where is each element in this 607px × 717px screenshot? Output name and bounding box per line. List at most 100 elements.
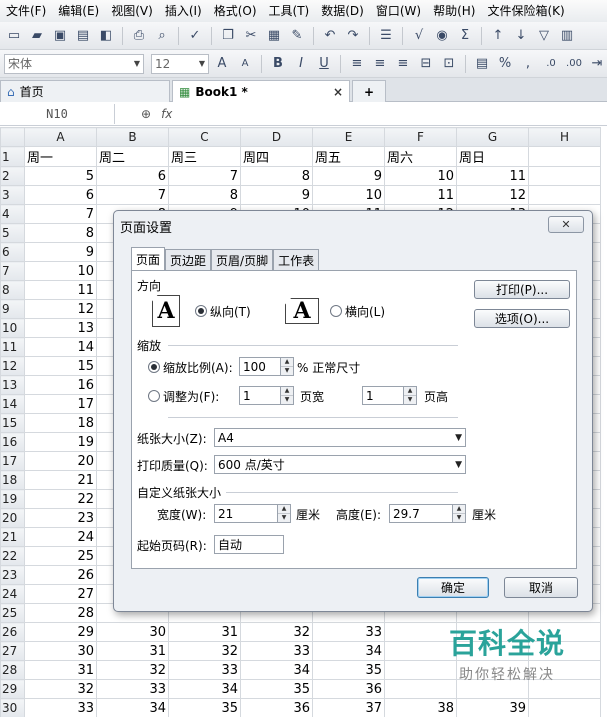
insert-function-icon[interactable]: fx	[161, 107, 172, 121]
row-header[interactable]: 25	[0, 603, 25, 623]
spin-up-icon[interactable]: ▲	[278, 505, 290, 514]
menu-file-safe[interactable]: 文件保险箱(K)	[481, 0, 570, 22]
comma-style-icon[interactable]: ,	[518, 54, 538, 74]
cell[interactable]: 33	[312, 622, 385, 642]
column-header[interactable]: E	[312, 127, 385, 147]
cell[interactable]: 周四	[240, 146, 313, 167]
percent-button[interactable]: %	[495, 54, 515, 74]
cell[interactable]: 34	[96, 698, 169, 717]
select-all-corner[interactable]	[0, 127, 25, 147]
cell[interactable]: 21	[24, 470, 97, 490]
underline-button[interactable]: U	[314, 54, 334, 74]
width-input[interactable]: 21	[214, 504, 278, 523]
tab-header-footer[interactable]: 页眉/页脚	[211, 249, 274, 270]
increase-decimal-icon[interactable]: .0	[541, 54, 561, 74]
row-header[interactable]: 4	[0, 204, 25, 224]
row-header[interactable]: 24	[0, 584, 25, 604]
cell[interactable]: 7	[24, 204, 97, 224]
menu-format[interactable]: 格式(O)	[208, 0, 263, 22]
cell[interactable]: 周日	[456, 146, 529, 167]
row-header[interactable]: 18	[0, 470, 25, 490]
height-input[interactable]: 29.7	[389, 504, 453, 523]
cell[interactable]: 32	[168, 641, 241, 661]
cell[interactable]: 10	[312, 185, 385, 205]
grow-font-icon[interactable]: A	[212, 54, 232, 74]
save-icon[interactable]: ▣	[50, 26, 70, 46]
cell[interactable]: 33	[168, 660, 241, 680]
cell[interactable]: 11	[384, 185, 457, 205]
column-header[interactable]: F	[384, 127, 457, 147]
cell[interactable]: 36	[240, 698, 313, 717]
column-header[interactable]: A	[24, 127, 97, 147]
cell[interactable]	[528, 166, 601, 186]
font-size-combo[interactable]: 12 ▼	[151, 53, 209, 74]
insert-row-icon[interactable]: ☰	[376, 26, 396, 46]
cell[interactable]: 周五	[312, 146, 385, 167]
fit-tall-input[interactable]: 1	[362, 386, 404, 405]
portrait-radio[interactable]	[195, 305, 207, 317]
spin-down-icon[interactable]: ▼	[404, 396, 416, 404]
cell[interactable]	[528, 146, 601, 167]
close-icon[interactable]: ✕	[548, 216, 584, 233]
cell[interactable]: 38	[384, 698, 457, 717]
cell[interactable]: 12	[24, 299, 97, 319]
cell[interactable]: 11	[24, 280, 97, 300]
italic-button[interactable]: I	[291, 54, 311, 74]
tab-home[interactable]: ⌂ 首页	[0, 80, 170, 102]
row-header[interactable]: 16	[0, 432, 25, 452]
cell[interactable]: 34	[168, 679, 241, 699]
menu-insert[interactable]: 插入(I)	[159, 0, 208, 22]
print-preview-icon[interactable]: ⌕	[152, 26, 172, 46]
cell[interactable]: 18	[24, 413, 97, 433]
undo-icon[interactable]: ↶	[320, 26, 340, 46]
zoom-icon[interactable]: ⊕	[141, 107, 151, 121]
spin-up-icon[interactable]: ▲	[281, 387, 293, 396]
row-header[interactable]: 3	[0, 185, 25, 205]
print-icon[interactable]: ⎙	[129, 26, 149, 46]
cell[interactable]: 31	[96, 641, 169, 661]
cell[interactable]: 10	[384, 166, 457, 186]
landscape-label[interactable]: 横向(L)	[345, 303, 385, 320]
row-header[interactable]: 28	[0, 660, 25, 680]
tab-sheet[interactable]: 工作表	[273, 249, 320, 270]
cut-icon[interactable]: ✂	[241, 26, 261, 46]
cell[interactable]: 8	[240, 166, 313, 186]
cell[interactable]: 32	[240, 622, 313, 642]
format-painter-icon[interactable]: ✎	[287, 26, 307, 46]
cell[interactable]: 33	[240, 641, 313, 661]
cell[interactable]: 39	[456, 698, 529, 717]
spin-down-icon[interactable]: ▼	[453, 514, 465, 522]
adjust-to-label[interactable]: 缩放比例(A):	[163, 359, 233, 376]
sort-ascending-icon[interactable]: ↑	[488, 26, 508, 46]
row-header[interactable]: 22	[0, 546, 25, 566]
menu-tools[interactable]: 工具(T)	[263, 0, 316, 22]
cell[interactable]: 10	[24, 261, 97, 281]
cell[interactable]: 8	[24, 223, 97, 243]
row-header[interactable]: 20	[0, 508, 25, 528]
adjust-to-radio[interactable]	[148, 361, 160, 373]
column-header[interactable]: G	[456, 127, 529, 147]
cell[interactable]: 27	[24, 584, 97, 604]
tab-book1[interactable]: ▦ Book1 * ×	[172, 80, 350, 102]
menu-file[interactable]: 文件(F)	[0, 0, 52, 22]
cell[interactable]: 12	[456, 185, 529, 205]
row-header[interactable]: 19	[0, 489, 25, 509]
cell[interactable]: 9	[312, 166, 385, 186]
row-header[interactable]: 7	[0, 261, 25, 281]
currency-icon[interactable]: ▤	[472, 54, 492, 74]
cell[interactable]: 15	[24, 356, 97, 376]
cell[interactable]: 16	[24, 375, 97, 395]
cell[interactable]: 32	[24, 679, 97, 699]
cell[interactable]: 13	[24, 318, 97, 338]
name-box[interactable]: N10	[0, 104, 115, 124]
cell[interactable]: 9	[24, 242, 97, 262]
wrap-text-icon[interactable]: ⊡	[439, 54, 459, 74]
cell[interactable]: 25	[24, 546, 97, 566]
scale-percent-input[interactable]: 100	[239, 357, 281, 376]
column-header[interactable]: D	[240, 127, 313, 147]
spin-down-icon[interactable]: ▼	[281, 367, 293, 375]
cell[interactable]: 30	[24, 641, 97, 661]
tab-page[interactable]: 页面	[131, 247, 166, 270]
cell[interactable]: 24	[24, 527, 97, 547]
cell[interactable]: 36	[312, 679, 385, 699]
